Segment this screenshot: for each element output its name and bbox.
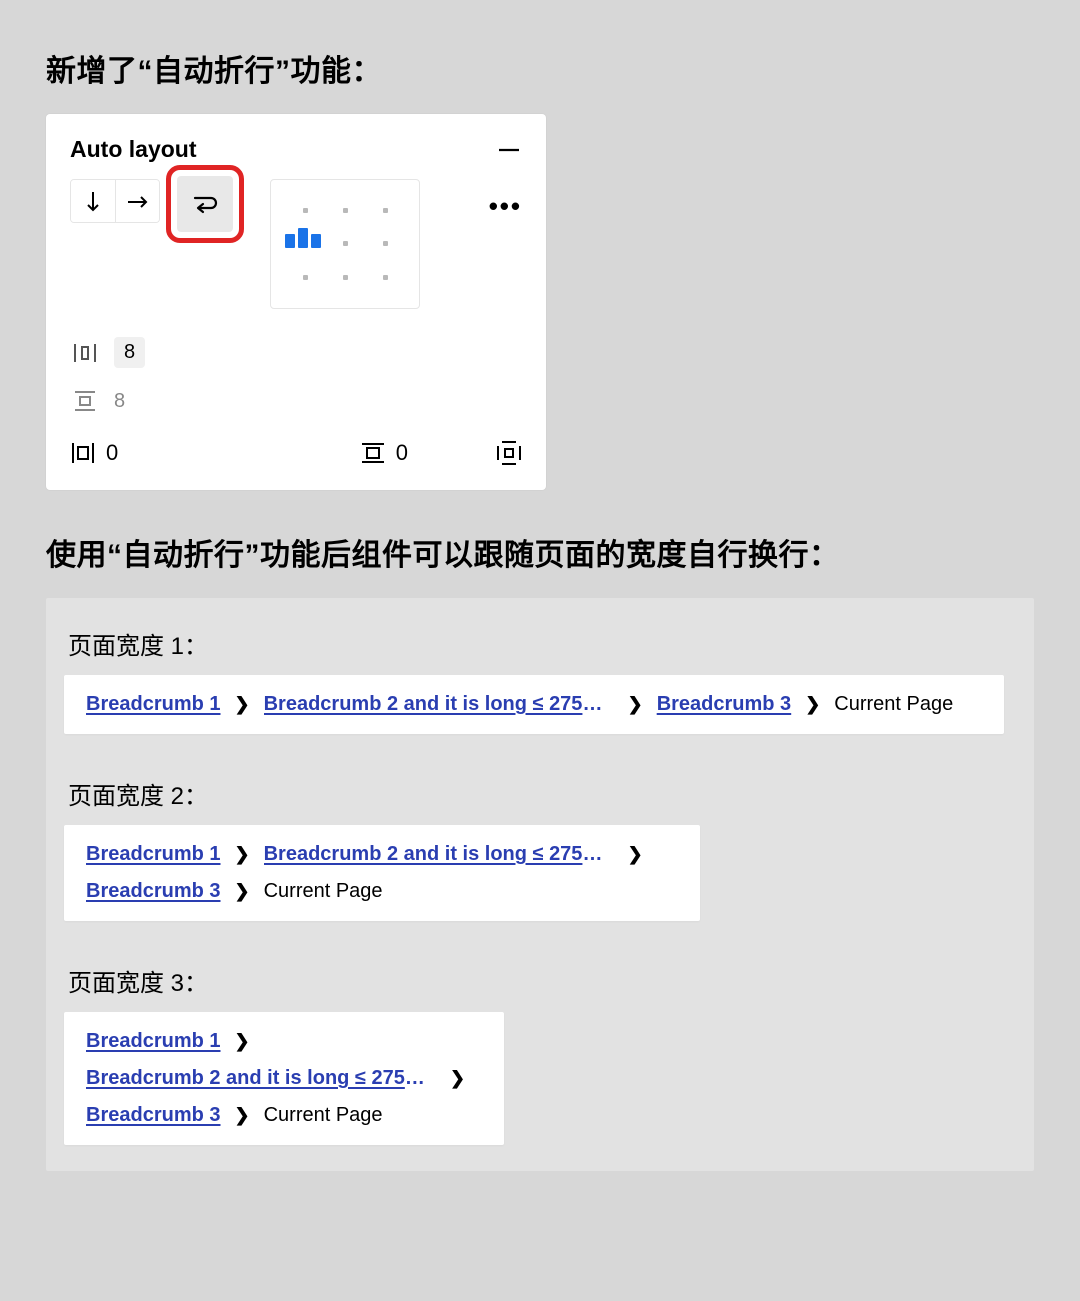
vertical-padding-input[interactable]: 0	[396, 440, 408, 466]
demo-heading: 使用“自动折行”功能后组件可以跟随页面的宽度自行换行：	[46, 530, 1034, 574]
breadcrumb-link[interactable]: Breadcrumb 3	[657, 693, 792, 716]
horizontal-gap-input[interactable]: 8	[114, 337, 145, 368]
chevron-right-icon: ❯	[235, 1031, 250, 1052]
collapse-icon[interactable]	[496, 137, 522, 163]
more-options-icon[interactable]: •••	[489, 191, 522, 222]
intro-heading: 新增了“自动折行”功能：	[46, 46, 1034, 90]
breadcrumb-current: Current Page	[264, 880, 383, 903]
direction-vertical-button[interactable]	[71, 180, 115, 223]
horizontal-padding-icon	[70, 442, 96, 464]
vertical-padding-icon	[360, 441, 386, 465]
direction-toggle	[70, 179, 160, 223]
wrap-button[interactable]	[177, 176, 233, 232]
breadcrumb-link[interactable]: Breadcrumb 1	[86, 1030, 221, 1053]
breadcrumb-link[interactable]: Breadcrumb 1	[86, 843, 221, 866]
breadcrumb-current: Current Page	[264, 1104, 383, 1127]
panel-title: Auto layout	[70, 136, 197, 163]
alignment-grid[interactable]	[270, 179, 420, 309]
chevron-right-icon: ❯	[805, 694, 820, 715]
horizontal-padding-input[interactable]: 0	[106, 440, 118, 466]
breadcrumb-link[interactable]: Breadcrumb 3	[86, 1104, 221, 1127]
chevron-right-icon: ❯	[235, 844, 250, 865]
breadcrumb-link[interactable]: Breadcrumb 3	[86, 880, 221, 903]
horizontal-gap-icon	[70, 342, 100, 364]
breadcrumb-current: Current Page	[834, 693, 953, 716]
breadcrumb-link[interactable]: Breadcrumb 1	[86, 693, 221, 716]
auto-layout-panel: Auto layout	[46, 114, 546, 490]
demo-label-3: 页面宽度 3：	[68, 963, 1016, 998]
chevron-right-icon: ❯	[235, 881, 250, 902]
wrap-highlight-frame	[166, 165, 244, 243]
chevron-right-icon: ❯	[628, 844, 643, 865]
breadcrumb-demo-1: Breadcrumb 1 ❯ Breadcrumb 2 and it is lo…	[64, 675, 1004, 734]
chevron-right-icon: ❯	[450, 1068, 465, 1089]
vertical-gap-input[interactable]: 8	[114, 390, 125, 413]
chevron-right-icon: ❯	[235, 1105, 250, 1126]
breadcrumb-link[interactable]: Breadcrumb 2 and it is long ≤ 275px…	[264, 843, 614, 866]
demo-label-2: 页面宽度 2：	[68, 776, 1016, 811]
direction-horizontal-button[interactable]	[115, 180, 159, 223]
alignment-indicator-icon	[285, 228, 321, 248]
breadcrumb-link[interactable]: Breadcrumb 2 and it is long ≤ 275px…	[86, 1067, 436, 1090]
breadcrumb-demo-2: Breadcrumb 1 ❯ Breadcrumb 2 and it is lo…	[64, 825, 700, 921]
breadcrumb-link[interactable]: Breadcrumb 2 and it is long ≤ 275px…	[264, 693, 614, 716]
breadcrumb-demo-3: Breadcrumb 1 ❯ Breadcrumb 2 and it is lo…	[64, 1012, 504, 1145]
demo-label-1: 页面宽度 1：	[68, 626, 1016, 661]
chevron-right-icon: ❯	[628, 694, 643, 715]
chevron-right-icon: ❯	[235, 694, 250, 715]
demo-block: 页面宽度 1： Breadcrumb 1 ❯ Breadcrumb 2 and …	[46, 598, 1034, 1171]
individual-padding-icon[interactable]	[496, 440, 522, 466]
vertical-gap-icon	[70, 388, 100, 414]
